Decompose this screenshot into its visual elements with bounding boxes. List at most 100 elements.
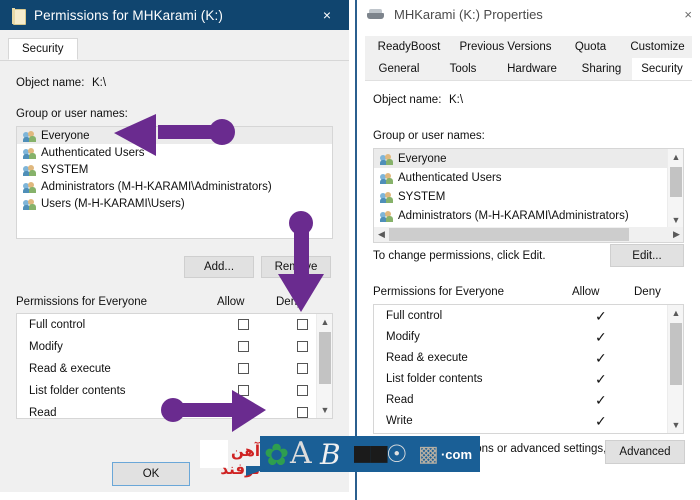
scroll-thumb[interactable] [670, 167, 682, 197]
permission-name: Full control [17, 319, 85, 331]
tab-customize[interactable]: Customize [623, 36, 692, 58]
scroll-right-icon[interactable]: ▶ [669, 227, 684, 242]
list-item-label: Administrators (M-H-KARAMI\Administrator… [41, 181, 272, 193]
permission-name: Read & execute [374, 352, 468, 364]
flame-icon: ☉ [386, 440, 408, 468]
tab-hardware[interactable]: Hardware [493, 58, 571, 80]
tab-tools[interactable]: Tools [433, 58, 493, 80]
tab-sharing[interactable]: Sharing [571, 58, 632, 80]
table-row: Read ✓ [374, 389, 683, 410]
list-item[interactable]: Administrators (M-H-KARAMI\Administrator… [374, 206, 683, 225]
tab-previous-versions[interactable]: Previous Versions [453, 36, 558, 58]
scroll-up-icon[interactable]: ▲ [668, 149, 684, 165]
permissions-scrollbar[interactable]: ▲ ▼ [667, 305, 683, 433]
folder-icon [12, 8, 25, 23]
list-item[interactable]: Administrators (M-H-KARAMI\Administrator… [17, 178, 332, 195]
tab-general[interactable]: General [365, 58, 433, 80]
list-item-label: SYSTEM [41, 164, 88, 176]
scroll-down-icon[interactable]: ▼ [668, 417, 684, 433]
list-item[interactable]: Everyone [374, 149, 683, 168]
left-dialog-titlebar: Permissions for MHKarami (K:) × [0, 0, 349, 30]
allow-checkbox[interactable] [238, 363, 249, 374]
allow-checkbox[interactable] [238, 341, 249, 352]
watermark: آهن ترفند ✿ A B ■■ ☉ ▩ ·com [200, 436, 480, 472]
table-row[interactable]: Read & execute [17, 358, 332, 380]
ok-button[interactable]: OK [112, 462, 190, 486]
user-group-icon [380, 191, 393, 203]
list-item-label: Everyone [41, 130, 90, 142]
permission-name: Modify [17, 341, 63, 353]
allow-check-mark: ✓ [595, 372, 607, 386]
object-name-label: Object name: [16, 77, 84, 89]
deny-checkbox[interactable] [297, 319, 308, 330]
permissions-scrollbar[interactable]: ▲ ▼ [316, 314, 332, 418]
table-row[interactable]: Modify [17, 336, 332, 358]
user-list-vertical-scrollbar[interactable]: ▲ ▼ [667, 149, 683, 228]
close-icon[interactable]: × [684, 0, 692, 28]
user-group-icon [380, 153, 393, 165]
tab-security[interactable]: Security [8, 38, 78, 60]
watermark-triangle [246, 466, 274, 476]
arrow-pointing-right-to-read-allow-checkbox [160, 388, 270, 436]
deny-checkbox[interactable] [297, 385, 308, 396]
left-tabstrip: Security [0, 38, 349, 61]
permission-name: Write [374, 415, 413, 427]
table-row: Write ✓ [374, 410, 683, 431]
arrow-pointing-down-to-deny [273, 208, 329, 318]
object-name-value: K:\ [92, 77, 106, 89]
user-group-icon [23, 130, 36, 142]
permission-name: Read [17, 407, 57, 419]
tab-readyboost[interactable]: ReadyBoost [365, 36, 453, 58]
allow-check-mark: ✓ [595, 414, 607, 428]
permissions-dialog: Permissions for MHKarami (K:) × Security… [0, 0, 349, 492]
tabs-row-1: ReadyBoost Previous Versions Quota Custo… [365, 36, 692, 58]
scroll-thumb[interactable] [389, 228, 629, 241]
advanced-button[interactable]: Advanced [605, 440, 685, 464]
drive-properties-window: MHKarami (K:) Properties × ReadyBoost Pr… [355, 0, 700, 500]
allow-column-header: Allow [217, 296, 244, 308]
scroll-down-icon[interactable]: ▼ [668, 212, 684, 228]
allow-check-mark: ✓ [595, 351, 607, 365]
table-row: Full control ✓ [374, 305, 683, 326]
list-item[interactable]: Authenticated Users [374, 168, 683, 187]
glyph-b-icon: B [320, 438, 341, 471]
bracket-icon: ▩ [418, 442, 439, 467]
permission-name: List folder contents [17, 385, 126, 397]
permissions-table[interactable]: Full control ✓ Modify ✓ Read & execute ✓… [373, 304, 684, 434]
allow-checkbox[interactable] [238, 319, 249, 330]
close-icon[interactable]: × [305, 0, 349, 30]
user-group-icon [380, 210, 393, 222]
deny-checkbox[interactable] [297, 407, 308, 418]
user-group-icon [23, 147, 36, 159]
list-item[interactable]: SYSTEM [374, 187, 683, 206]
deny-checkbox[interactable] [297, 363, 308, 374]
allow-check-mark: ✓ [595, 393, 607, 407]
permission-name: Read & execute [17, 363, 111, 375]
tabs-divider [365, 80, 692, 81]
object-name-label: Object name: [373, 94, 441, 106]
watermark-bar: ✿ A B ■■ ☉ ▩ ·com [260, 436, 480, 472]
glyph-a-icon: A [290, 436, 312, 471]
edit-button[interactable]: Edit... [610, 244, 684, 267]
scroll-left-icon[interactable]: ◀ [374, 227, 389, 242]
scroll-thumb[interactable] [319, 332, 331, 384]
tab-security[interactable]: Security [632, 58, 692, 80]
list-item-label: Users (M-H-KARAMI\Users) [41, 198, 185, 210]
group-user-list[interactable]: Everyone Authenticated Users SYSTEM Admi… [373, 148, 684, 243]
tab-quota[interactable]: Quota [558, 36, 623, 58]
permission-name: List folder contents [374, 373, 483, 385]
scroll-up-icon[interactable]: ▲ [668, 305, 684, 321]
add-button[interactable]: Add... [184, 256, 254, 278]
list-item-label: Everyone [398, 153, 447, 165]
scroll-thumb[interactable] [670, 323, 682, 385]
allow-check-mark: ✓ [595, 330, 607, 344]
bars-icon: ■■ [352, 441, 386, 466]
user-group-icon [23, 181, 36, 193]
user-list-horizontal-scrollbar[interactable]: ◀ ▶ [374, 227, 684, 242]
table-row: Modify ✓ [374, 326, 683, 347]
scroll-down-icon[interactable]: ▼ [317, 402, 333, 418]
list-item-label: Administrators (M-H-KARAMI\Administrator… [398, 210, 629, 222]
deny-checkbox[interactable] [297, 341, 308, 352]
list-item-label: Authenticated Users [398, 172, 502, 184]
watermark-dotcom: ·com [441, 447, 472, 462]
